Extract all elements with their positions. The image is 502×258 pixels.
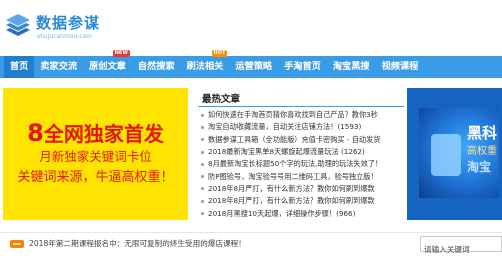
divider bbox=[198, 106, 404, 107]
bullet-icon bbox=[201, 150, 204, 154]
nav-item-video-course[interactable]: 视频课程 bbox=[376, 56, 425, 78]
promo-tagline: 关键词来源，牛逼高权重！ bbox=[17, 170, 174, 185]
article-title: 8月最新淘宝长标题50个字的玩法,助理的玩法失效了！ bbox=[208, 159, 383, 169]
article-link[interactable]: 8月最新淘宝长标题50个字的玩法,助理的玩法失效了！ bbox=[198, 158, 404, 170]
article-title: 淘宝自动收藏流量，自动关注店铺方法！(1593) bbox=[208, 122, 362, 132]
banner-text-sub: 高权重 bbox=[467, 146, 497, 157]
article-title: 2018最新淘宝黑单8天螺旋起爆流量玩法 (1262) bbox=[208, 147, 365, 157]
banner-text-main: 黑科 bbox=[467, 124, 498, 142]
promo-subline: 月新独家关键词卡位 bbox=[39, 149, 152, 164]
nav-label: 原创文章 bbox=[89, 61, 126, 72]
article-link[interactable]: 如何快速在手淘首页猜你喜欢找到自己产品？教你3秒 bbox=[198, 109, 404, 121]
article-link[interactable]: 2018年8月严打，有什么新方法？教你如何刷到爆款 bbox=[198, 183, 404, 195]
bullet-icon bbox=[201, 138, 204, 142]
promo-banner-left[interactable]: 8全网独家首发 月新独家关键词卡位 关键词来源，牛逼高权重！ bbox=[3, 88, 188, 220]
nav-label: 卖家交流 bbox=[40, 61, 78, 72]
promo-number: 8 bbox=[27, 119, 44, 147]
nav-item-strategy[interactable]: 运营策略 bbox=[229, 56, 278, 78]
article-title: 如何快速在手淘首页猜你喜欢找到自己产品？教你3秒 bbox=[208, 110, 378, 120]
new-badge: NEW bbox=[112, 50, 130, 57]
bullet-icon bbox=[201, 125, 204, 129]
logo-layers-icon bbox=[6, 14, 30, 36]
bullet-icon bbox=[201, 187, 204, 191]
announcement-bar[interactable]: 2018年第二期课程报名中：无限可复制的终生受用的爆店课程！ bbox=[10, 238, 246, 249]
main-nav: 首页 卖家交流 原创文章 NEW 自然搜索 刷法相关 HOT 运营策略 手淘首页 淘… bbox=[0, 50, 502, 78]
announcement-icon bbox=[10, 239, 24, 248]
article-link[interactable]: 数据参谋工具箱（全功能版）充值卡密购买 - 自动发货 bbox=[198, 134, 404, 146]
nav-item-original[interactable]: 原创文章 NEW bbox=[83, 50, 132, 78]
article-title: 防P图验号，淘宝验号号用二维码工具，验号独立版！ bbox=[208, 171, 378, 181]
article-link[interactable]: 淘宝自动收藏流量，自动关注店铺方法！(1593) bbox=[198, 121, 404, 133]
site-header: 数据参谋 shujucanmou.com bbox=[0, 0, 502, 52]
nav-item-seller-exchange[interactable]: 卖家交流 bbox=[34, 56, 83, 78]
article-title: 数据参谋工具箱（全功能版）充值卡密购买 - 自动发货 bbox=[208, 134, 381, 144]
nav-label: 首页 bbox=[10, 61, 29, 72]
divider bbox=[0, 232, 502, 233]
nav-item-brushing[interactable]: 刷法相关 HOT bbox=[181, 50, 230, 78]
nav-item-mobile-home[interactable]: 手淘首页 bbox=[278, 56, 327, 78]
bullet-icon bbox=[201, 212, 204, 216]
nav-label: 自然搜索 bbox=[137, 61, 175, 72]
nav-label: 淘宝黑搜 bbox=[332, 61, 370, 72]
announcement-text: 2018年第二期课程报名中：无限可复制的终生受用的爆店课程！ bbox=[29, 239, 246, 248]
article-link[interactable]: 2018年8月严打，有什么新方法？教你如何刷到爆款 bbox=[198, 195, 404, 207]
bullet-icon bbox=[201, 199, 204, 203]
nav-item-black-search[interactable]: 淘宝黑搜 bbox=[327, 56, 376, 78]
banner-text-brand: 淘宝 bbox=[467, 160, 492, 174]
article-link[interactable]: 防P图验号，淘宝验号号用二维码工具，验号独立版！ bbox=[198, 170, 404, 182]
phone-graphic-icon bbox=[431, 134, 461, 176]
promo-headline: 8全网独家首发 bbox=[3, 118, 188, 147]
article-title: 2018年8月严打，有什么新方法？教你如何刷到爆款 bbox=[208, 183, 375, 193]
nav-item-home[interactable]: 首页 bbox=[4, 56, 35, 78]
search-input[interactable] bbox=[421, 242, 501, 257]
promo-headline-text: 全网独家首发 bbox=[43, 122, 164, 146]
hot-articles-list: 如何快速在手淘首页猜你喜欢找到自己产品？教你3秒 淘宝自动收藏流量，自动关注店铺… bbox=[198, 109, 404, 220]
promo-banner-right[interactable]: 黑科 高权重 淘宝 bbox=[407, 88, 502, 220]
hot-articles-panel: 最热文章 如何快速在手淘首页猜你喜欢找到自己产品？教你3秒 淘宝自动收藏流量，自… bbox=[198, 88, 404, 220]
article-link[interactable]: 2018月黑搜10天起爆，详细操作步骤！(966) bbox=[198, 207, 404, 219]
bullet-icon bbox=[201, 113, 204, 117]
nav-item-natural-search[interactable]: 自然搜索 bbox=[132, 56, 181, 78]
bullet-icon bbox=[201, 175, 204, 179]
nav-label: 手淘首页 bbox=[284, 61, 321, 72]
search-box bbox=[420, 236, 502, 257]
site-logo[interactable]: 数据参谋 shujucanmou.com bbox=[4, 6, 99, 46]
nav-label: 视频课程 bbox=[381, 61, 419, 72]
logo-url: shujucanmou.com bbox=[37, 33, 93, 40]
hot-badge: HOT bbox=[211, 50, 228, 57]
nav-label: 运营策略 bbox=[235, 61, 273, 72]
bullet-icon bbox=[201, 162, 204, 166]
article-title: 2018年8月严打，有什么新方法？教你如何刷到爆款 bbox=[208, 196, 375, 206]
nav-label: 刷法相关 bbox=[186, 61, 224, 72]
hot-articles-title: 最热文章 bbox=[202, 94, 241, 105]
article-link[interactable]: 2018最新淘宝黑单8天螺旋起爆流量玩法 (1262) bbox=[198, 146, 404, 158]
article-title: 2018月黑搜10天起爆，详细操作步骤！(966) bbox=[208, 208, 356, 218]
logo-title: 数据参谋 bbox=[36, 14, 101, 32]
page-root: 数据参谋 shujucanmou.com 首页 卖家交流 原创文章 NEW 自然搜… bbox=[0, 0, 502, 258]
